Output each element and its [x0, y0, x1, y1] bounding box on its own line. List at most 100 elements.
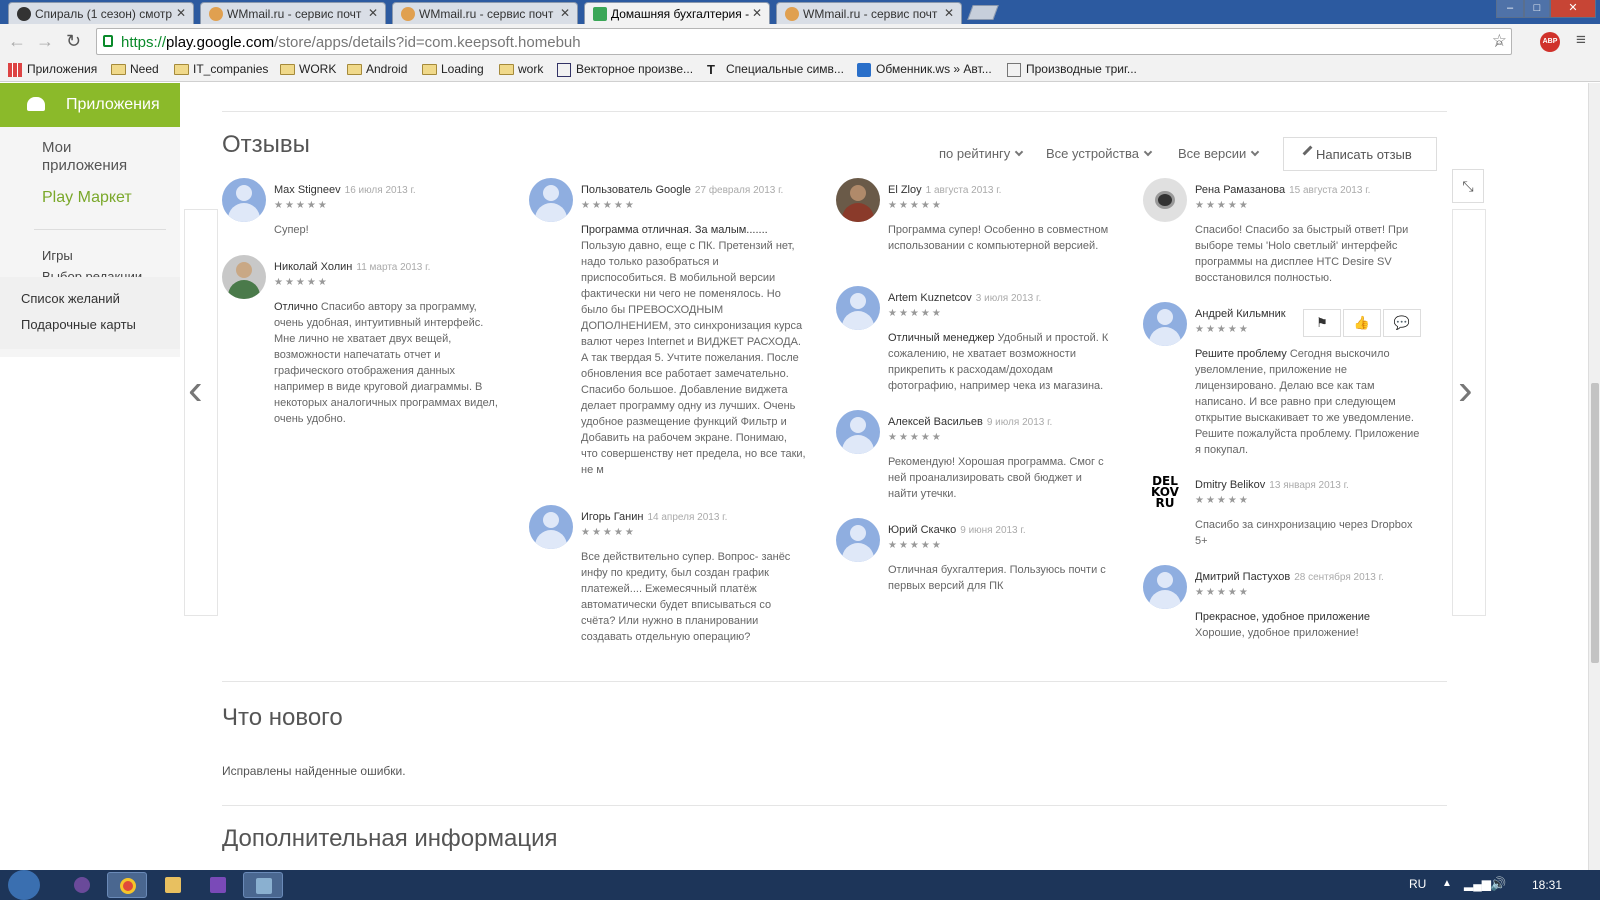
tab-favicon-icon — [209, 7, 223, 21]
bookmark-android[interactable]: Android — [347, 62, 407, 76]
scrollbar-thumb[interactable] — [1591, 383, 1599, 663]
review-text: Программа отличная. За малым....... Поль… — [581, 222, 806, 478]
new-tab-button[interactable] — [967, 5, 999, 20]
author-name: Андрей Кильмник — [1195, 308, 1286, 320]
sidebar-item-games[interactable]: Игры — [42, 248, 73, 263]
close-icon[interactable]: ✕ — [944, 6, 954, 20]
author-name: Рена Рамазанова — [1195, 184, 1286, 196]
write-review-button[interactable]: Написать отзыв — [1283, 137, 1437, 171]
review-text: Спасибо! Спасибо за быстрый ответ! При в… — [1195, 222, 1420, 286]
star-rating: ★★★★★ — [581, 200, 636, 211]
taskbar-app-5[interactable] — [243, 872, 283, 898]
filter-versions-dropdown[interactable]: Все версии — [1178, 146, 1260, 161]
tab-wmmail-3[interactable]: WMmail.ru - сервис почт ✕ — [776, 2, 962, 24]
tab-wmmail-2[interactable]: WMmail.ru - сервис почт ✕ — [392, 2, 578, 24]
scrollbar[interactable] — [1588, 83, 1600, 870]
bookmark-label: Loading — [441, 62, 484, 76]
review-body: Программа супер! Особенно в совместном и… — [888, 224, 1109, 252]
bookmark-derivatives[interactable]: Производные триг... — [1007, 62, 1137, 77]
forward-button[interactable]: → — [36, 31, 54, 52]
apps-grid-icon — [8, 63, 22, 77]
bookmark-apps[interactable]: Приложения — [8, 62, 98, 77]
tab-spiral[interactable]: Спираль (1 сезон) смотр ✕ — [8, 2, 194, 24]
review-text: Решите проблему Сегодня выскочило увелом… — [1195, 346, 1420, 458]
bookmark-label: Обменник.ws » Авт... — [876, 62, 992, 76]
language-indicator[interactable]: RU — [1409, 877, 1426, 891]
sidebar-item-my-apps[interactable]: Мои приложения — [42, 139, 152, 175]
maximize-button[interactable]: □ — [1524, 0, 1550, 18]
close-icon[interactable]: ✕ — [752, 6, 762, 20]
url-text[interactable]: https://play.google.com/store/apps/detai… — [121, 34, 581, 51]
menu-icon[interactable]: ≡ — [1576, 30, 1586, 50]
review-body: Сегодня выскочило увеломление, приложени… — [1195, 348, 1420, 456]
minimize-button[interactable]: – — [1496, 0, 1524, 18]
url-domain: play.google.com — [166, 34, 275, 51]
taskbar-visual-studio[interactable] — [198, 872, 238, 898]
bookmark-vector[interactable]: Векторное произве... — [557, 62, 693, 77]
reload-button[interactable]: ↻ — [66, 31, 81, 52]
network-icon[interactable]: ▂▄▆ — [1464, 877, 1491, 891]
review-date: 11 марта 2013 г. — [356, 262, 431, 273]
filter-devices-dropdown[interactable]: Все устройства — [1046, 146, 1153, 161]
url-scheme: https:// — [121, 34, 167, 51]
bookmark-work[interactable]: work — [499, 62, 543, 76]
speech-bubble-icon: 💬 — [1393, 315, 1411, 330]
flag-button[interactable]: ⚑ — [1303, 309, 1341, 337]
review-body: Хорошие, удобное приложение! — [1195, 627, 1359, 639]
bookmark-obmennik[interactable]: Обменник.ws » Авт... — [857, 62, 992, 77]
reply-button[interactable]: 💬 — [1383, 309, 1421, 337]
tab-wmmail-1[interactable]: WMmail.ru - сервис почт ✕ — [200, 2, 386, 24]
collapse-icon[interactable]: ⤡ — [1452, 169, 1484, 203]
close-window-button[interactable]: ✕ — [1550, 0, 1596, 18]
review-text: Все действительно супер. Вопрос- занёс и… — [581, 549, 806, 645]
close-icon[interactable]: ✕ — [560, 6, 570, 20]
taskbar-explorer[interactable] — [153, 872, 193, 898]
filter-rating-dropdown[interactable]: по рейтингу — [939, 146, 1024, 161]
bookmark-it-companies[interactable]: IT_companies — [174, 62, 268, 76]
volume-icon[interactable]: 🔊 — [1490, 876, 1506, 892]
bookmark-need[interactable]: Need — [111, 62, 159, 76]
close-icon[interactable]: ✕ — [176, 6, 186, 20]
review-body: Все действительно супер. Вопрос- занёс и… — [581, 551, 791, 643]
sidebar-apps-header[interactable]: Приложения — [0, 83, 180, 127]
app-icon — [256, 878, 272, 894]
adblock-plus-icon[interactable]: ABP — [1540, 32, 1560, 52]
review-title: Программа отличная. За малым....... — [581, 224, 768, 236]
tray-expand-icon[interactable]: ▲ — [1442, 878, 1452, 889]
author-name: Artem Kuznetcov — [888, 292, 972, 304]
bookmark-label: Приложения — [27, 62, 98, 76]
review-author: Рена Рамазанова 15 августа 2013 г. — [1195, 184, 1370, 196]
avatar — [836, 286, 880, 330]
clock[interactable]: 18:31 — [1532, 878, 1562, 892]
taskbar-app-1[interactable] — [62, 872, 102, 898]
bookmark-star-icon[interactable]: ☆ — [1492, 31, 1507, 51]
tab-label: Домашняя бухгалтерия - — [611, 7, 750, 21]
review-author: Николай Холин 11 марта 2013 г. — [274, 261, 430, 273]
address-bar[interactable]: https://play.google.com/store/apps/detai… — [96, 28, 1512, 55]
tab-favicon-icon — [401, 7, 415, 21]
back-button[interactable]: ← — [8, 31, 26, 52]
filter-label: по рейтингу — [939, 146, 1011, 161]
sidebar-item-play-market[interactable]: Play Маркет — [42, 189, 132, 207]
review-date: 9 июня 2013 г. — [960, 525, 1026, 536]
whats-new-title: Что нового — [222, 704, 343, 731]
sidebar-item-wishlist[interactable]: Список желаний — [21, 291, 120, 306]
next-arrow-icon[interactable]: › — [1458, 365, 1473, 415]
bookmark-work-upper[interactable]: WORK — [280, 62, 336, 76]
sidebar-item-gift-cards[interactable]: Подарочные карты — [21, 317, 136, 332]
review-date: 15 августа 2013 г. — [1289, 185, 1371, 196]
review-author: Dmitry Belikov 13 января 2013 г. — [1195, 479, 1349, 491]
thumbs-up-button[interactable]: 👍 — [1343, 309, 1381, 337]
review-body: Рекомендую! Хорошая программа. Смог с не… — [888, 456, 1104, 500]
review-text: Супер! — [274, 222, 499, 238]
tab-home-accounting[interactable]: Домашняя бухгалтерия - ✕ — [584, 2, 770, 24]
tab-label: Спираль (1 сезон) смотр — [35, 7, 173, 21]
review-title: Отличный менеджер — [888, 332, 995, 344]
star-rating: ★★★★★ — [1195, 495, 1250, 506]
taskbar-chrome[interactable] — [107, 872, 147, 898]
close-icon[interactable]: ✕ — [368, 6, 378, 20]
bookmark-loading[interactable]: Loading — [422, 62, 484, 76]
bookmark-special-symbols[interactable]: T Специальные симв... — [707, 62, 844, 77]
prev-arrow-icon[interactable]: ‹ — [188, 365, 203, 415]
start-button[interactable] — [8, 870, 40, 900]
